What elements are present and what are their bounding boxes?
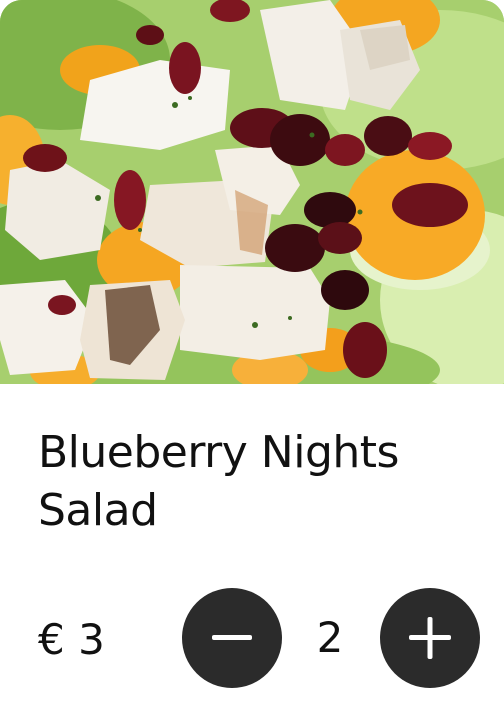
increment-quantity-button[interactable] (380, 588, 480, 688)
product-price: € 3 (38, 615, 105, 664)
quantity-value: 2 (316, 613, 344, 662)
product-image (0, 0, 504, 384)
price-quantity-row: € 3 2 (0, 588, 504, 688)
minus-icon (212, 635, 252, 640)
product-card: Blueberry Nights Salad € 3 2 (0, 0, 504, 712)
plus-icon (409, 617, 451, 659)
product-title: Blueberry Nights Salad (38, 427, 399, 536)
decrement-quantity-button[interactable] (182, 588, 282, 688)
